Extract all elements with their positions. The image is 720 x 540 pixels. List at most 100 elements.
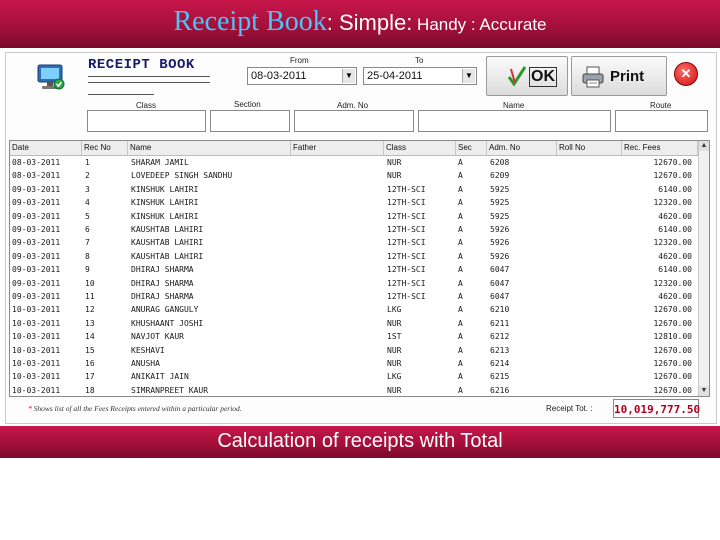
chevron-down-icon[interactable]: ▼ [342,69,355,83]
table-cell: 09-03-2011 [12,238,61,248]
section-filter-label: Section [234,100,261,109]
scroll-down-icon[interactable]: ▼ [699,386,709,396]
table-row[interactable]: 10-03-2011 15 KESHAVI NUR A 6213 12670.00 [10,344,698,358]
print-button[interactable]: Print [571,56,667,96]
to-date-picker[interactable]: 25-04-2011 ▼ [363,67,477,85]
column-header[interactable]: Roll No [557,141,622,155]
section-filter-input[interactable] [210,110,290,132]
table-cell [294,196,384,210]
table-cell [294,236,384,250]
column-header[interactable]: Name [128,141,291,155]
receipt-total-value: 10,019,777.50 [613,399,700,418]
vertical-scrollbar[interactable]: ▲ ▼ [698,141,709,396]
table-cell: KINSHUK LAHIRI [131,211,199,221]
table-cell: 6047 [490,278,510,288]
table-cell: 6214 [490,359,510,368]
table-cell: 12TH-SCI [387,184,426,194]
class-filter-input[interactable] [87,110,206,132]
table-cell: 09-03-2011 [12,251,61,261]
route-filter-input[interactable] [615,110,708,132]
table-cell [294,277,384,291]
column-header[interactable]: Class [384,141,456,155]
table-cell: A [458,372,463,382]
table-cell [560,357,622,371]
table-row[interactable]: 08-03-2011 1 SHARAM JAMIL NUR A 6208 12670.00 [10,156,698,170]
table-cell: 6047 [490,265,510,275]
table-cell: DHIRAJ SHARMA [131,292,194,301]
table-row[interactable]: 10-03-2011 17 ANIKAIT JAIN LKG A 6215 12670.00 [10,370,698,384]
table-row[interactable]: 10-03-2011 16 ANUSHA NUR A 6214 12670.00 [10,357,698,371]
footnote: * Shows list of all the Fees Receipts en… [28,404,242,413]
from-label: From [290,56,309,65]
table-cell [294,169,384,183]
table-cell: 12TH-SCI [387,225,426,234]
to-date-value: 25-04-2011 [367,70,423,82]
from-date-picker[interactable]: 08-03-2011 ▼ [247,67,357,85]
table-cell: A [458,198,463,208]
table-cell: 5926 [490,225,510,234]
table-row[interactable]: 10-03-2011 14 NAVJOT KAUR 1ST A 6212 12810.00 [10,330,698,344]
footer-caption: Calculation of receipts with Total [217,430,503,452]
table-row[interactable]: 10-03-2011 13 KHUSHAANT JOSHI NUR A 6211 12670… [10,317,698,331]
table-cell: 6215 [490,372,510,382]
table-cell: 5 [85,211,90,221]
table-row[interactable]: 10-03-2011 12 ANURAG GANGULY LKG A 6210 12670.… [10,303,698,317]
table-cell [560,370,622,384]
column-header[interactable]: Sec [456,141,487,155]
table-cell: A [458,305,463,315]
table-row[interactable]: 09-03-2011 11 DHIRAJ SHARMA 12TH-SCI A 6047 46… [10,290,698,304]
column-header[interactable]: Rec. Fees [622,141,698,155]
table-cell [560,250,622,264]
title-underline-2 [88,82,210,83]
table-row[interactable]: 09-03-2011 8 KAUSHTAB LAHIRI 12TH-SCI A 5926 4… [10,250,698,264]
chevron-down-icon[interactable]: ▼ [462,69,475,83]
table-row[interactable]: 09-03-2011 6 KAUSHTAB LAHIRI 12TH-SCI A 5926 6… [10,223,698,237]
column-header[interactable]: Rec No [82,141,128,155]
table-row[interactable]: 09-03-2011 5 KINSHUK LAHIRI 12TH-SCI A 5925 46… [10,210,698,224]
table-cell: A [458,345,463,355]
adm-filter-input[interactable] [294,110,414,132]
receipts-table[interactable]: Date Rec No Name Father Class Sec Adm. No Roll … [9,140,710,397]
header-banner: Receipt Book: Simple: Handy : Accurate [0,0,720,48]
column-header[interactable]: Date [10,141,82,155]
table-cell: 5925 [490,184,510,194]
table-cell: 09-03-2011 [12,292,61,301]
from-date-value: 08-03-2011 [251,70,307,82]
table-cell [294,303,384,317]
table-cell: 3 [85,184,90,194]
table-cell [294,210,384,224]
table-row[interactable]: 08-03-2011 2 LOVEDEEP SINGH SANDHU NUR A 6209… [10,169,698,183]
ok-button[interactable]: OK [486,56,568,96]
table-row[interactable]: 09-03-2011 9 DHIRAJ SHARMA 12TH-SCI A 6047 614… [10,263,698,277]
table-row[interactable]: 09-03-2011 10 DHIRAJ SHARMA 12TH-SCI A 6047 12… [10,277,698,291]
table-row[interactable]: 09-03-2011 7 KAUSHTAB LAHIRI 12TH-SCI A 5926 1… [10,236,698,250]
table-cell: 10-03-2011 [12,305,61,315]
table-cell: A [458,158,463,167]
table-cell: NUR [387,158,402,167]
table-cell: 2 [85,171,90,181]
table-row[interactable]: 10-03-2011 18 SIMRANPREET KAUR NUR A 6216 1267… [10,384,698,396]
table-cell [294,183,384,197]
close-icon[interactable]: ✕ [674,62,698,86]
table-cell: 12670.00 [653,171,692,181]
column-header[interactable]: Father [291,141,384,155]
table-cell [560,223,622,237]
name-filter-input[interactable] [418,110,611,132]
column-header[interactable]: Adm. No [487,141,557,155]
table-cell [560,277,622,291]
table-cell [294,290,384,304]
table-row[interactable]: 09-03-2011 3 KINSHUK LAHIRI 12TH-SCI A 5925 61… [10,183,698,197]
table-cell: KINSHUK LAHIRI [131,198,199,208]
table-cell: SHARAM JAMIL [131,158,189,167]
title-underline [88,76,210,77]
table-cell [560,317,622,331]
table-cell: 08-03-2011 [12,158,61,167]
table-row[interactable]: 09-03-2011 4 KINSHUK LAHIRI 12TH-SCI A 5925 12… [10,196,698,210]
table-cell: 12TH-SCI [387,278,426,288]
table-cell [560,196,622,210]
table-cell: 6213 [490,345,510,355]
scroll-up-icon[interactable]: ▲ [699,141,709,151]
table-cell: 9 [85,265,90,275]
table-cell: 5926 [490,238,510,248]
table-cell: KAUSHTAB LAHIRI [131,251,204,261]
